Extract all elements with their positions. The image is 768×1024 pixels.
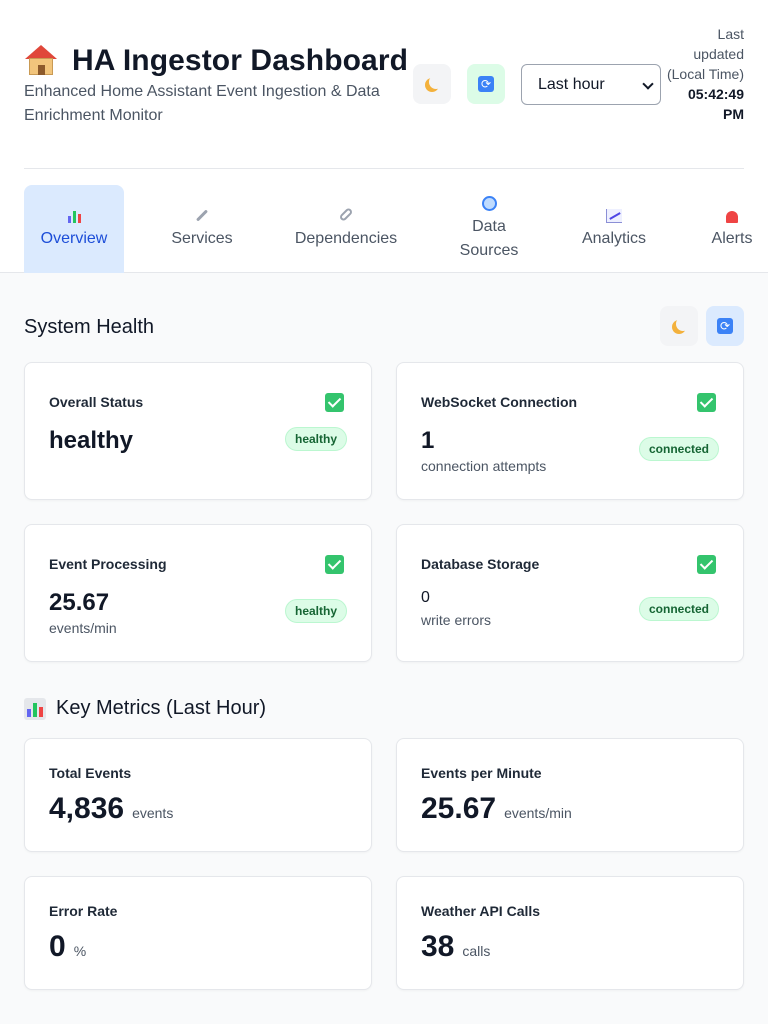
tab-label: Services xyxy=(171,230,233,247)
tab-alerts[interactable]: Alerts xyxy=(700,185,764,273)
header: HA Ingestor Dashboard Enhanced Home Assi… xyxy=(0,0,768,273)
tab-label: Overview xyxy=(40,230,108,247)
tab-services[interactable]: Services xyxy=(152,185,252,273)
metric-card-total-events: Total Events 4,836 events xyxy=(24,738,372,852)
time-range-value: Last hour xyxy=(538,75,605,93)
metric-value: 0 xyxy=(49,930,66,963)
section-theme-button[interactable] xyxy=(660,306,698,346)
metric-value: 25.67 xyxy=(421,792,497,825)
health-card-overall-status: Overall Status healthy healthy xyxy=(24,362,372,500)
tab-dependencies[interactable]: Dependencies xyxy=(276,185,416,273)
refresh-icon: ⟳ xyxy=(478,76,494,92)
app-title: HA Ingestor Dashboard xyxy=(72,44,409,77)
refresh-button[interactable]: ⟳ xyxy=(467,64,505,104)
siren-icon xyxy=(724,207,740,223)
status-badge: healthy xyxy=(284,427,347,451)
globe-icon xyxy=(481,195,497,211)
check-icon xyxy=(325,393,344,412)
card-label: Event Processing xyxy=(49,556,167,572)
key-metrics-title: Key Metrics (Last Hour) xyxy=(56,697,267,719)
card-subtext: write errors xyxy=(421,612,492,628)
tab-overview[interactable]: Overview xyxy=(24,185,124,273)
card-label: WebSocket Connection xyxy=(421,394,578,410)
metric-card-error-rate: Error Rate 0 % xyxy=(24,876,372,990)
check-icon xyxy=(325,555,344,574)
card-label: Overall Status xyxy=(49,394,144,410)
bar-chart-icon xyxy=(66,207,82,223)
header-divider xyxy=(24,168,744,169)
tab-label: Analytics xyxy=(581,230,647,247)
card-subtext: connection attempts xyxy=(421,458,547,474)
card-subtext: events/min xyxy=(49,620,117,636)
tab-label: Data Sources xyxy=(459,218,519,259)
tab-label: Alerts xyxy=(711,230,753,247)
metric-card-weather-api-calls: Weather API Calls 38 calls xyxy=(396,876,744,990)
trend-chart-icon xyxy=(606,207,622,223)
metric-label: Error Rate xyxy=(49,903,118,919)
refresh-icon: ⟳ xyxy=(717,318,733,334)
link-icon xyxy=(338,207,354,223)
tab-data-sources[interactable]: Data Sources xyxy=(442,185,536,273)
metric-label: Total Events xyxy=(49,765,132,781)
card-label: Database Storage xyxy=(421,556,540,572)
metric-row: 4,836 events xyxy=(49,792,173,826)
metric-row: 0 % xyxy=(49,930,86,964)
time-range-select[interactable]: Last hour xyxy=(521,64,661,105)
moon-icon xyxy=(676,317,690,331)
status-badge: connected xyxy=(638,597,719,621)
system-health-title: System Health xyxy=(24,316,155,338)
last-updated-label: Last updated (Local Time) xyxy=(666,26,744,82)
last-updated-time: 05:42:49 PM xyxy=(687,86,744,122)
tab-analytics[interactable]: Analytics xyxy=(564,185,664,273)
metric-unit: % xyxy=(73,943,87,959)
health-card-websocket: WebSocket Connection 1 connection attemp… xyxy=(396,362,744,500)
metric-label: Weather API Calls xyxy=(421,903,541,919)
metric-unit: events/min xyxy=(504,805,572,821)
card-value: healthy xyxy=(49,427,134,454)
app-subtitle: Enhanced Home Assistant Event Ingestion … xyxy=(24,83,380,124)
card-value: 0 xyxy=(421,589,430,606)
check-icon xyxy=(697,555,716,574)
chevron-down-icon xyxy=(642,78,654,90)
status-badge: connected xyxy=(638,437,719,461)
metric-label: Events per Minute xyxy=(421,765,542,781)
metric-row: 38 calls xyxy=(421,930,490,964)
metric-value: 4,836 xyxy=(49,792,125,825)
metric-unit: events xyxy=(132,805,174,821)
card-value: 1 xyxy=(421,427,435,454)
bar-chart-icon xyxy=(24,697,46,720)
metric-value: 38 xyxy=(421,930,455,963)
last-updated: Last updated (Local Time) 05:42:49 PM xyxy=(664,24,744,124)
house-icon xyxy=(24,45,58,77)
metric-unit: calls xyxy=(462,943,491,959)
wrench-icon xyxy=(194,207,210,223)
status-badge: healthy xyxy=(284,599,347,623)
check-icon xyxy=(697,393,716,412)
metric-card-events-per-minute: Events per Minute 25.67 events/min xyxy=(396,738,744,852)
theme-toggle-button[interactable] xyxy=(413,64,451,104)
tab-label: Dependencies xyxy=(294,230,398,247)
section-refresh-button[interactable]: ⟳ xyxy=(706,306,744,346)
title-row: HA Ingestor Dashboard xyxy=(24,44,408,78)
metric-row: 25.67 events/min xyxy=(421,792,572,826)
key-metrics-heading: Key Metrics (Last Hour) xyxy=(24,697,266,720)
card-value: 25.67 xyxy=(49,589,110,616)
moon-icon xyxy=(429,75,443,89)
health-card-event-processing: Event Processing 25.67 events/min health… xyxy=(24,524,372,662)
health-card-database-storage: Database Storage 0 write errors connecte… xyxy=(396,524,744,662)
